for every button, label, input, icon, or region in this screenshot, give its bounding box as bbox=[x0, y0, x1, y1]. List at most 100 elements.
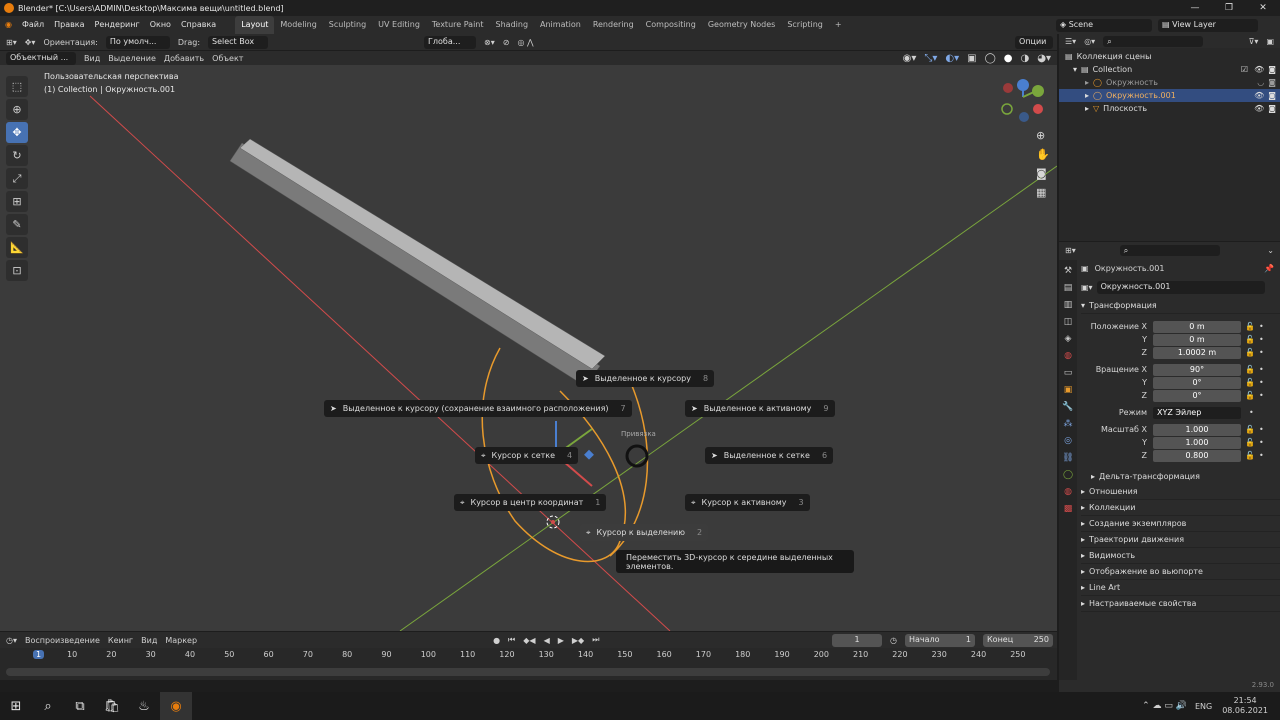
tool-settings-icon[interactable]: ⚒ bbox=[1062, 264, 1074, 278]
outliner-scene-collection[interactable]: ▤ Коллекция сцены bbox=[1059, 50, 1280, 63]
lock-icon[interactable]: 🔓 bbox=[1245, 378, 1255, 387]
location-z-field[interactable]: 1.0002 m bbox=[1153, 346, 1241, 359]
outliner-row-circle-001[interactable]: ▸ ◯ Окружность.001 👁 ◙ bbox=[1059, 89, 1280, 102]
panel-relations[interactable]: ▸ Отношения bbox=[1081, 484, 1280, 500]
record-icon[interactable]: ● bbox=[493, 636, 500, 645]
pie-item-selection-to-cursor-offset[interactable]: ➤ Выделенное к курсору (сохранение взаимн… bbox=[324, 400, 632, 417]
tab-texture-paint[interactable]: Texture Paint bbox=[426, 16, 490, 34]
physics-icon[interactable]: ◎ bbox=[1062, 434, 1074, 448]
collection-tab-icon[interactable]: ▭ bbox=[1062, 366, 1074, 380]
scale-x-field[interactable]: 1.000 bbox=[1153, 423, 1241, 436]
rotate-tool-icon[interactable]: ↻ bbox=[6, 145, 28, 166]
rotation-y-field[interactable]: 0° bbox=[1153, 376, 1241, 389]
object-name-field[interactable]: Окружность.001 bbox=[1096, 281, 1265, 294]
outliner-row-circle[interactable]: ▸ ◯ Окружность ◡ ◙ bbox=[1059, 76, 1280, 89]
annotate-tool-icon[interactable]: ✎ bbox=[6, 214, 28, 235]
panel-motion-paths[interactable]: ▸ Траектории движения bbox=[1081, 532, 1280, 548]
overlay-icon[interactable]: ◐▾ bbox=[945, 53, 959, 64]
lock-icon[interactable]: 🔓 bbox=[1245, 335, 1255, 344]
menu-render[interactable]: Рендеринг bbox=[90, 16, 145, 34]
menu-help[interactable]: Справка bbox=[176, 16, 221, 34]
move-tool-icon[interactable]: ✥▾ bbox=[25, 38, 36, 47]
menu-view[interactable]: Вид bbox=[84, 54, 100, 63]
select-box-icon[interactable]: ⬚ bbox=[6, 76, 28, 97]
tab-geometry-nodes[interactable]: Geometry Nodes bbox=[702, 16, 781, 34]
camera-render-icon[interactable]: ◙ bbox=[1268, 65, 1276, 74]
pie-item-selection-to-active[interactable]: ➤ Выделенное к активному 9 bbox=[685, 400, 835, 417]
rotation-mode-dropdown[interactable]: XYZ Эйлер bbox=[1153, 406, 1241, 419]
location-x-field[interactable]: 0 m bbox=[1153, 320, 1241, 333]
end-frame-field[interactable]: Конец 250 bbox=[983, 633, 1053, 647]
tab-animation[interactable]: Animation bbox=[534, 16, 587, 34]
camera-render-icon[interactable]: ◙ bbox=[1268, 91, 1276, 100]
tab-layout[interactable]: Layout bbox=[235, 16, 275, 34]
expand-icon[interactable]: ▸ bbox=[1085, 104, 1089, 113]
timeline-area[interactable]: 1 10 20 30 40 50 60 70 80 90 100 110 120 130 140 150 160… bbox=[0, 648, 1057, 680]
rotation-x-field[interactable]: 90° bbox=[1153, 363, 1241, 376]
gizmo-icon[interactable]: ⤡▾ bbox=[924, 53, 937, 64]
outliner-editor-icon[interactable]: ☰▾ bbox=[1065, 37, 1076, 46]
tab-sculpting[interactable]: Sculpting bbox=[323, 16, 372, 34]
timeline-editor-icon[interactable]: ◷▾ bbox=[6, 636, 17, 645]
object-data-icon[interactable]: ▣▾ bbox=[1081, 283, 1093, 292]
panel-visibility[interactable]: ▸ Видимость bbox=[1081, 548, 1280, 564]
jump-start-icon[interactable]: ⏮ bbox=[508, 635, 515, 645]
steam-icon[interactable]: ♨ bbox=[128, 692, 160, 720]
xray-icon[interactable]: ▣ bbox=[967, 53, 976, 64]
camera-render-icon[interactable]: ◙ bbox=[1268, 78, 1276, 87]
scale-tool-icon[interactable]: ⤢ bbox=[6, 168, 28, 189]
prev-key-icon[interactable]: ◆◀ bbox=[523, 636, 535, 645]
grid-view-icon[interactable]: ▦ bbox=[1036, 186, 1050, 199]
view-layer-tab-icon[interactable]: ◫ bbox=[1062, 315, 1074, 329]
cursor-tool-icon[interactable]: ⊕ bbox=[6, 99, 28, 120]
panel-viewport-display[interactable]: ▸ Отображение во вьюпорте bbox=[1081, 564, 1280, 580]
scene-selector[interactable]: ◈ Scene bbox=[1056, 18, 1152, 32]
windows-start-icon[interactable]: ⊞ bbox=[0, 692, 32, 720]
maximize-icon[interactable]: ❐ bbox=[1212, 0, 1246, 16]
lock-icon[interactable]: 🔓 bbox=[1245, 322, 1255, 331]
pie-item-selection-to-cursor[interactable]: ➤ Выделенное к курсору 8 bbox=[576, 370, 715, 387]
orientation-dropdown[interactable]: По умолч... bbox=[105, 35, 170, 49]
material-icon[interactable]: ◍ bbox=[1062, 485, 1074, 499]
menu-add[interactable]: Добавить bbox=[164, 54, 204, 63]
panel-delta-transform[interactable]: ▸ Дельта-трансформация bbox=[1081, 468, 1280, 484]
outliner-row-plane[interactable]: ▸ ▽ Плоскость 👁 ◙ bbox=[1059, 102, 1280, 115]
scene-tab-icon[interactable]: ◈ bbox=[1062, 332, 1074, 346]
expand-icon[interactable]: ▾ bbox=[1073, 65, 1077, 74]
camera-render-icon[interactable]: ◙ bbox=[1268, 104, 1276, 113]
outliner-search-input[interactable]: ⌕ bbox=[1103, 35, 1204, 47]
transform-tool-icon[interactable]: ⊞ bbox=[6, 191, 28, 212]
close-icon[interactable]: ✕ bbox=[1246, 0, 1280, 16]
checkbox-icon[interactable]: ☑ bbox=[1241, 65, 1248, 74]
search-icon[interactable]: ⌕ bbox=[32, 692, 64, 720]
pie-item-selection-to-grid[interactable]: ➤ Выделенное к сетке 6 bbox=[705, 447, 834, 464]
location-y-field[interactable]: 0 m bbox=[1153, 333, 1241, 346]
mode-dropdown[interactable]: Объектный ... bbox=[6, 51, 76, 65]
eye-icon[interactable]: 👁 bbox=[1254, 91, 1264, 100]
tab-rendering[interactable]: Rendering bbox=[587, 16, 640, 34]
panel-custom-properties[interactable]: ▸ Настраиваемые свойства bbox=[1081, 596, 1280, 612]
menu-select[interactable]: Выделение bbox=[108, 54, 156, 63]
next-key-icon[interactable]: ▶◆ bbox=[572, 636, 584, 645]
scale-z-field[interactable]: 0.800 bbox=[1153, 449, 1241, 462]
system-tray-icons[interactable]: ⌃ ☁ ▭ 🔊 bbox=[1142, 701, 1187, 711]
world-icon[interactable]: ◍ bbox=[1062, 349, 1074, 363]
clock-icon[interactable]: ◷ bbox=[890, 636, 897, 645]
tab-compositing[interactable]: Compositing bbox=[640, 16, 702, 34]
outliner-display-icon[interactable]: ◎▾ bbox=[1084, 37, 1095, 46]
pie-item-cursor-to-selected[interactable]: ⌖ Курсор к выделению 2 bbox=[580, 524, 709, 541]
pie-item-cursor-to-active[interactable]: ⌖ Курсор к активному 3 bbox=[685, 494, 810, 511]
jump-end-icon[interactable]: ⏭ bbox=[592, 635, 599, 645]
menu-object[interactable]: Объект bbox=[212, 54, 243, 63]
expand-icon[interactable]: ▸ bbox=[1085, 91, 1089, 100]
panel-line-art[interactable]: ▸ Line Art bbox=[1081, 580, 1280, 596]
object-tab-icon[interactable]: ▣ bbox=[1062, 383, 1074, 397]
zoom-icon[interactable]: ⊕ bbox=[1036, 129, 1050, 142]
constraints-icon[interactable]: ⛓ bbox=[1062, 451, 1074, 465]
store-icon[interactable]: 🛍 bbox=[96, 692, 128, 720]
new-collection-icon[interactable]: ▣ bbox=[1266, 37, 1274, 46]
modifier-icon[interactable]: 🔧 bbox=[1062, 400, 1074, 414]
clock[interactable]: 21:54 08.06.2021 bbox=[1222, 696, 1268, 716]
tab-uv-editing[interactable]: UV Editing bbox=[372, 16, 426, 34]
measure-tool-icon[interactable]: 📐 bbox=[6, 237, 28, 258]
